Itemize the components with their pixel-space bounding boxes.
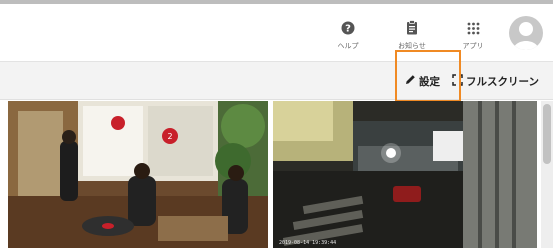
top-navigation-bar: ? ヘルプ お知らせ アプリ xyxy=(0,0,553,62)
user-avatar-icon[interactable] xyxy=(509,16,543,50)
apps-button[interactable]: アプリ xyxy=(451,20,495,51)
camera-2-timestamp: 2019-08-14 19:39:44 xyxy=(279,240,337,246)
fullscreen-label: フルスクリーン xyxy=(466,75,539,88)
clipboard-icon xyxy=(390,20,434,42)
grid-icon xyxy=(451,20,495,42)
fullscreen-button[interactable]: フルスクリーン xyxy=(452,72,539,90)
camera-feed-2[interactable]: 2019-08-14 19:39:44 xyxy=(273,101,537,248)
help-label: ヘルプ xyxy=(337,42,359,50)
notice-button[interactable]: お知らせ xyxy=(390,20,434,51)
camera-feed-1[interactable]: 2 xyxy=(8,101,268,248)
highlight-box xyxy=(395,50,461,102)
svg-text:?: ? xyxy=(345,24,351,35)
help-button[interactable]: ? ヘルプ xyxy=(326,20,370,51)
scrollbar-thumb[interactable] xyxy=(543,104,551,164)
svg-text:2: 2 xyxy=(167,132,172,141)
question-circle-icon: ? xyxy=(326,20,370,42)
top-border xyxy=(0,0,553,4)
camera-toolbar: 設定 フルスクリーン xyxy=(0,62,553,100)
